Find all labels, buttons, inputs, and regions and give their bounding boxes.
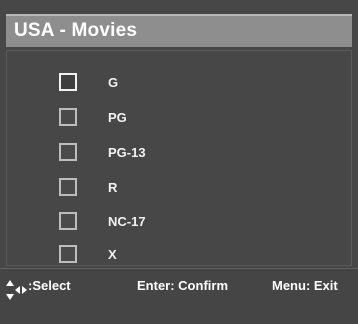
rating-row-nc-17[interactable]: NC-17 [7, 212, 351, 234]
rating-label: NC-17 [108, 214, 146, 229]
footer-hints: :Select Enter: Confirm Menu: Exit [0, 268, 358, 324]
page-title: USA - Movies [14, 20, 138, 41]
select-hint: :Select [28, 278, 71, 293]
rating-row-x[interactable]: X [7, 245, 351, 267]
rating-checkbox-x[interactable] [59, 245, 77, 263]
rating-checkbox-g[interactable] [59, 73, 77, 91]
title-bar: USA - Movies [6, 14, 352, 47]
rating-checkbox-r[interactable] [59, 178, 77, 196]
rating-row-pg-13[interactable]: PG-13 [7, 143, 351, 165]
rating-checkbox-pg-13[interactable] [59, 143, 77, 161]
rating-checkbox-pg[interactable] [59, 108, 77, 126]
rating-row-pg[interactable]: PG [7, 108, 351, 130]
rating-label: X [108, 247, 117, 262]
exit-hint: Menu: Exit [272, 278, 338, 293]
arrow-keys-icon [5, 277, 27, 303]
rating-row-g[interactable]: G [7, 73, 351, 95]
rating-checkbox-nc-17[interactable] [59, 212, 77, 230]
rating-label: G [108, 75, 119, 90]
rating-label: R [108, 180, 118, 195]
rating-label: PG [108, 110, 127, 125]
rating-label: PG-13 [108, 145, 146, 160]
rating-row-r[interactable]: R [7, 178, 351, 200]
rating-list: G PG PG-13 R NC-17 X [6, 50, 352, 266]
confirm-hint: Enter: Confirm [137, 278, 228, 293]
rating-menu-screen: USA - Movies G PG PG-13 R NC-17 X:Selec… [0, 0, 358, 324]
